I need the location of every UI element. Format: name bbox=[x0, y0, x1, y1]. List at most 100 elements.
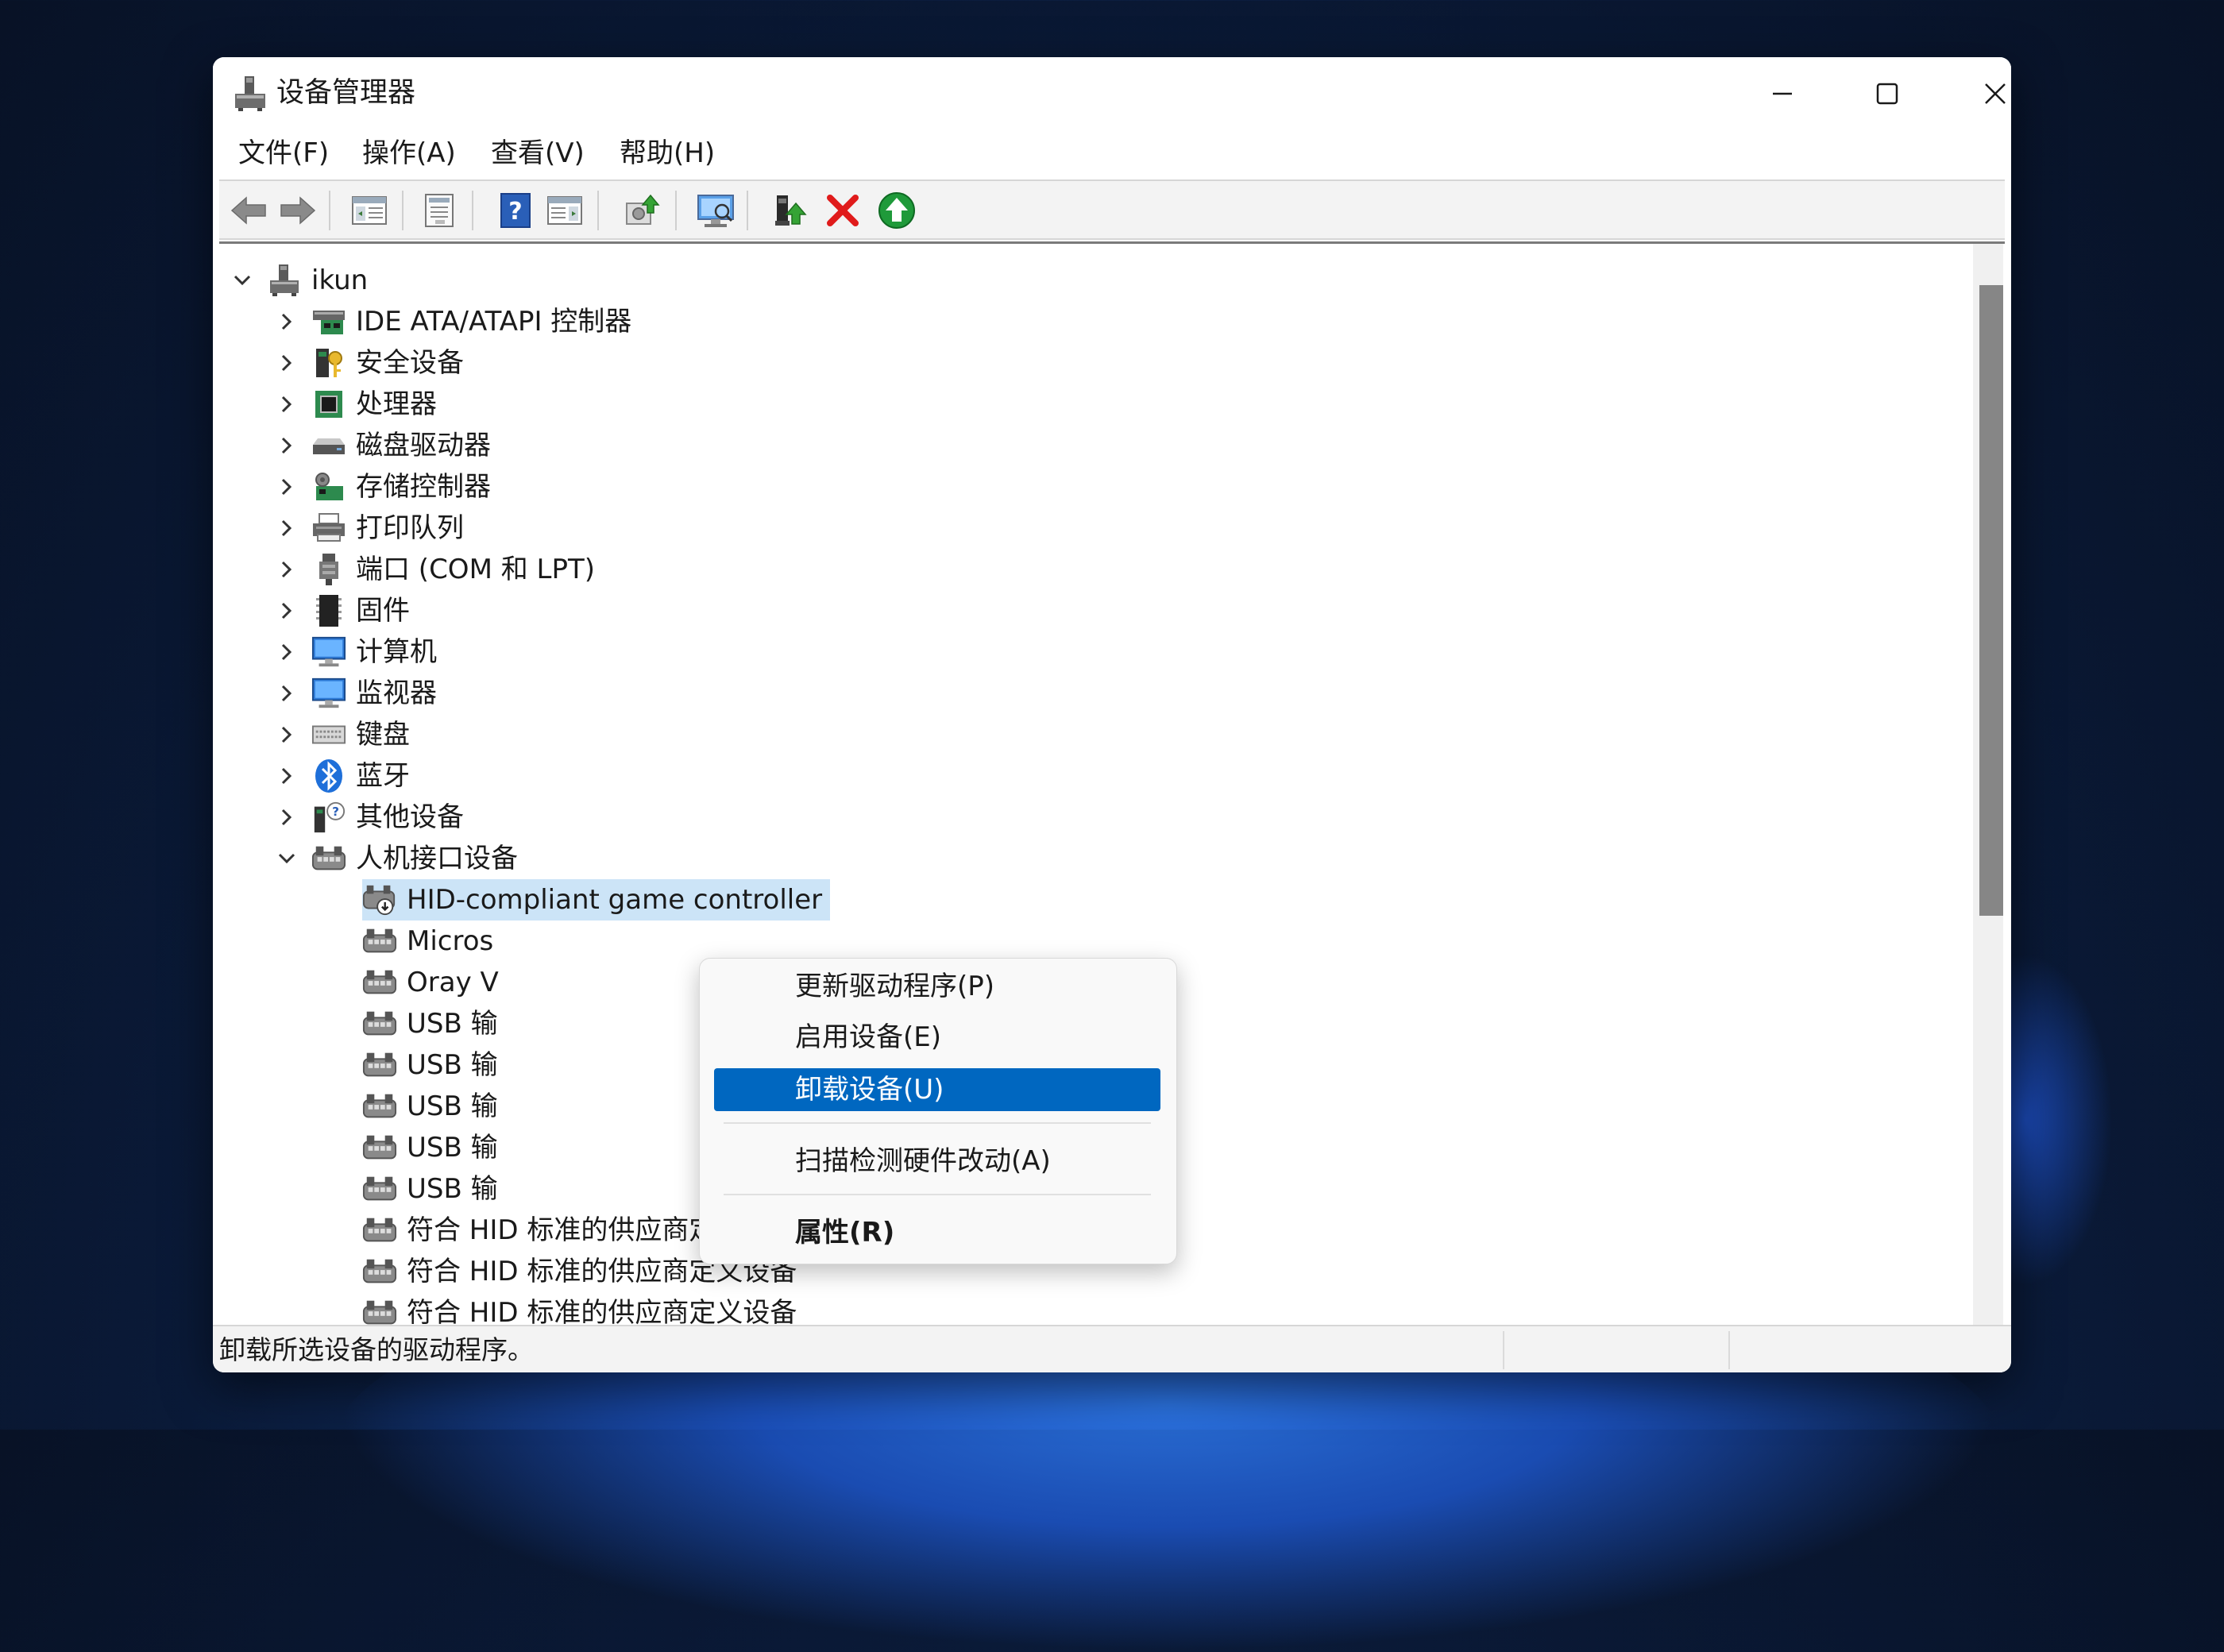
tree-category-label: 人机接口设备 bbox=[356, 843, 518, 874]
chevron-down-icon[interactable] bbox=[230, 268, 254, 292]
minimize-icon bbox=[1773, 92, 1792, 95]
tree-category-printer[interactable]: 打印队列 bbox=[275, 508, 464, 549]
tree-device-label: USB 输 bbox=[407, 1049, 498, 1081]
tree-device[interactable]: Micros bbox=[362, 921, 493, 962]
scan-hardware-button[interactable] bbox=[694, 189, 737, 232]
menu-action[interactable]: 操作(A) bbox=[357, 135, 461, 172]
properties-button[interactable] bbox=[418, 189, 461, 232]
help-button[interactable]: ? bbox=[494, 189, 537, 232]
hid-device-icon bbox=[362, 1048, 397, 1083]
tree-category-disk[interactable]: 磁盘驱动器 bbox=[275, 425, 491, 466]
chevron-right-icon[interactable] bbox=[275, 723, 299, 747]
tree-device[interactable]: Oray V bbox=[362, 962, 499, 1003]
status-divider bbox=[1503, 1331, 1504, 1369]
add-legacy-hardware-icon bbox=[878, 192, 915, 229]
title-bar[interactable]: 设备管理器 bbox=[213, 57, 2011, 129]
scan-hardware-icon bbox=[697, 195, 734, 227]
menu-item-label: 更新驱动程序(P) bbox=[795, 971, 995, 1002]
hid-device-icon bbox=[362, 1089, 397, 1124]
tree-device-label: USB 输 bbox=[407, 1132, 498, 1164]
chevron-right-icon[interactable] bbox=[275, 475, 299, 499]
tree-category-bluetooth[interactable]: 蓝牙 bbox=[275, 755, 410, 797]
toolbar-separator bbox=[402, 191, 403, 230]
monitor-icon bbox=[311, 676, 346, 711]
chevron-down-icon[interactable] bbox=[275, 847, 299, 870]
menu-item-properties[interactable]: 属性(R) bbox=[714, 1211, 1160, 1254]
chevron-right-icon[interactable] bbox=[275, 681, 299, 705]
tree-device[interactable]: USB 输 bbox=[362, 1044, 498, 1086]
menu-file[interactable]: 文件(F) bbox=[234, 135, 334, 172]
tree-device[interactable]: USB 输 bbox=[362, 1003, 498, 1044]
chevron-right-icon[interactable] bbox=[275, 764, 299, 788]
tree-category-label: 端口 (COM 和 LPT) bbox=[356, 554, 596, 585]
tree-category-processor[interactable]: 处理器 bbox=[275, 384, 437, 425]
tree-category-ide[interactable]: IDE ATA/ATAPI 控制器 bbox=[275, 301, 631, 342]
tree-device[interactable]: USB 输 bbox=[362, 1127, 498, 1168]
chevron-right-icon[interactable] bbox=[275, 351, 299, 375]
minimize-button[interactable] bbox=[1743, 71, 1822, 116]
disk-drive-icon bbox=[311, 428, 346, 463]
menu-separator bbox=[724, 1194, 1151, 1195]
chevron-right-icon[interactable] bbox=[275, 805, 299, 829]
show-hide-console-tree-button[interactable] bbox=[348, 189, 391, 232]
firmware-icon bbox=[311, 593, 346, 628]
tree-category-firmware[interactable]: 固件 bbox=[275, 590, 410, 631]
tree-device-hid-game-controller[interactable]: HID-compliant game controller bbox=[362, 879, 831, 921]
show-hide-console-tree-icon bbox=[352, 196, 387, 225]
chevron-right-icon[interactable] bbox=[275, 392, 299, 416]
tree-device-label: HID-compliant game controller bbox=[407, 884, 823, 916]
chevron-right-icon[interactable] bbox=[275, 516, 299, 540]
action-pane-icon bbox=[547, 196, 582, 225]
hid-device-icon bbox=[362, 1006, 397, 1041]
hid-icon bbox=[311, 841, 346, 876]
port-icon bbox=[311, 552, 346, 587]
tree-device[interactable]: USB 输 bbox=[362, 1168, 498, 1210]
close-button[interactable] bbox=[1956, 71, 2011, 116]
tree-category-label: 计算机 bbox=[356, 636, 437, 668]
tree-category-storage[interactable]: 存储控制器 bbox=[275, 466, 491, 508]
maximize-button[interactable] bbox=[1848, 71, 1927, 116]
processor-icon bbox=[311, 387, 346, 422]
device-manager-window: 设备管理器 文件(F) 操作(A) 查看(V) 帮助(H) ? ikun IDE… bbox=[213, 57, 2011, 1372]
chevron-right-icon[interactable] bbox=[275, 310, 299, 334]
update-driver-button[interactable] bbox=[621, 189, 664, 232]
chevron-right-icon[interactable] bbox=[275, 434, 299, 457]
forward-button[interactable] bbox=[276, 189, 319, 232]
tree-root-label: ikun bbox=[311, 264, 369, 296]
tree-category-hid[interactable]: 人机接口设备 bbox=[275, 838, 518, 879]
menu-item-scan-hardware[interactable]: 扫描检测硬件改动(A) bbox=[714, 1140, 1160, 1183]
uninstall-device-button[interactable] bbox=[821, 189, 864, 232]
close-icon bbox=[1985, 83, 2006, 104]
add-legacy-hardware-button[interactable] bbox=[875, 189, 918, 232]
tree-category-label: 处理器 bbox=[356, 388, 437, 420]
chevron-right-icon[interactable] bbox=[275, 640, 299, 664]
keyboard-icon bbox=[311, 717, 346, 752]
scrollbar-thumb[interactable] bbox=[1979, 285, 2003, 916]
chevron-right-icon[interactable] bbox=[275, 558, 299, 581]
svg-text:?: ? bbox=[332, 805, 339, 819]
menu-view[interactable]: 查看(V) bbox=[486, 135, 589, 172]
device-manager-app-icon bbox=[234, 75, 267, 113]
disabled-hid-device-icon bbox=[362, 882, 397, 917]
tree-device-label: USB 输 bbox=[407, 1173, 498, 1205]
action-pane-button[interactable] bbox=[543, 189, 586, 232]
tree-category-keyboard[interactable]: 键盘 bbox=[275, 714, 410, 755]
menu-help[interactable]: 帮助(H) bbox=[615, 135, 720, 172]
enable-device-button[interactable] bbox=[769, 189, 812, 232]
tree-root-ikun[interactable]: ikun bbox=[230, 260, 368, 301]
menu-item-uninstall-device[interactable]: 卸载设备(U) bbox=[714, 1068, 1160, 1111]
menu-item-update-driver[interactable]: 更新驱动程序(P) bbox=[714, 965, 1160, 1008]
tree-category-monitor[interactable]: 监视器 bbox=[275, 673, 437, 714]
tree-device[interactable]: USB 输 bbox=[362, 1086, 498, 1127]
chevron-right-icon[interactable] bbox=[275, 599, 299, 623]
tree-device-label: USB 输 bbox=[407, 1090, 498, 1122]
menu-item-enable-device[interactable]: 启用设备(E) bbox=[714, 1016, 1160, 1059]
tree-category-security[interactable]: 安全设备 bbox=[275, 342, 464, 384]
back-button[interactable] bbox=[227, 189, 270, 232]
tree-category-computer[interactable]: 计算机 bbox=[275, 631, 437, 673]
tree-category-label: 蓝牙 bbox=[356, 760, 410, 792]
tree-category-port[interactable]: 端口 (COM 和 LPT) bbox=[275, 549, 595, 590]
hid-device-icon bbox=[362, 1171, 397, 1206]
back-arrow-icon bbox=[230, 196, 266, 225]
tree-category-other[interactable]: ? 其他设备 bbox=[275, 797, 464, 838]
